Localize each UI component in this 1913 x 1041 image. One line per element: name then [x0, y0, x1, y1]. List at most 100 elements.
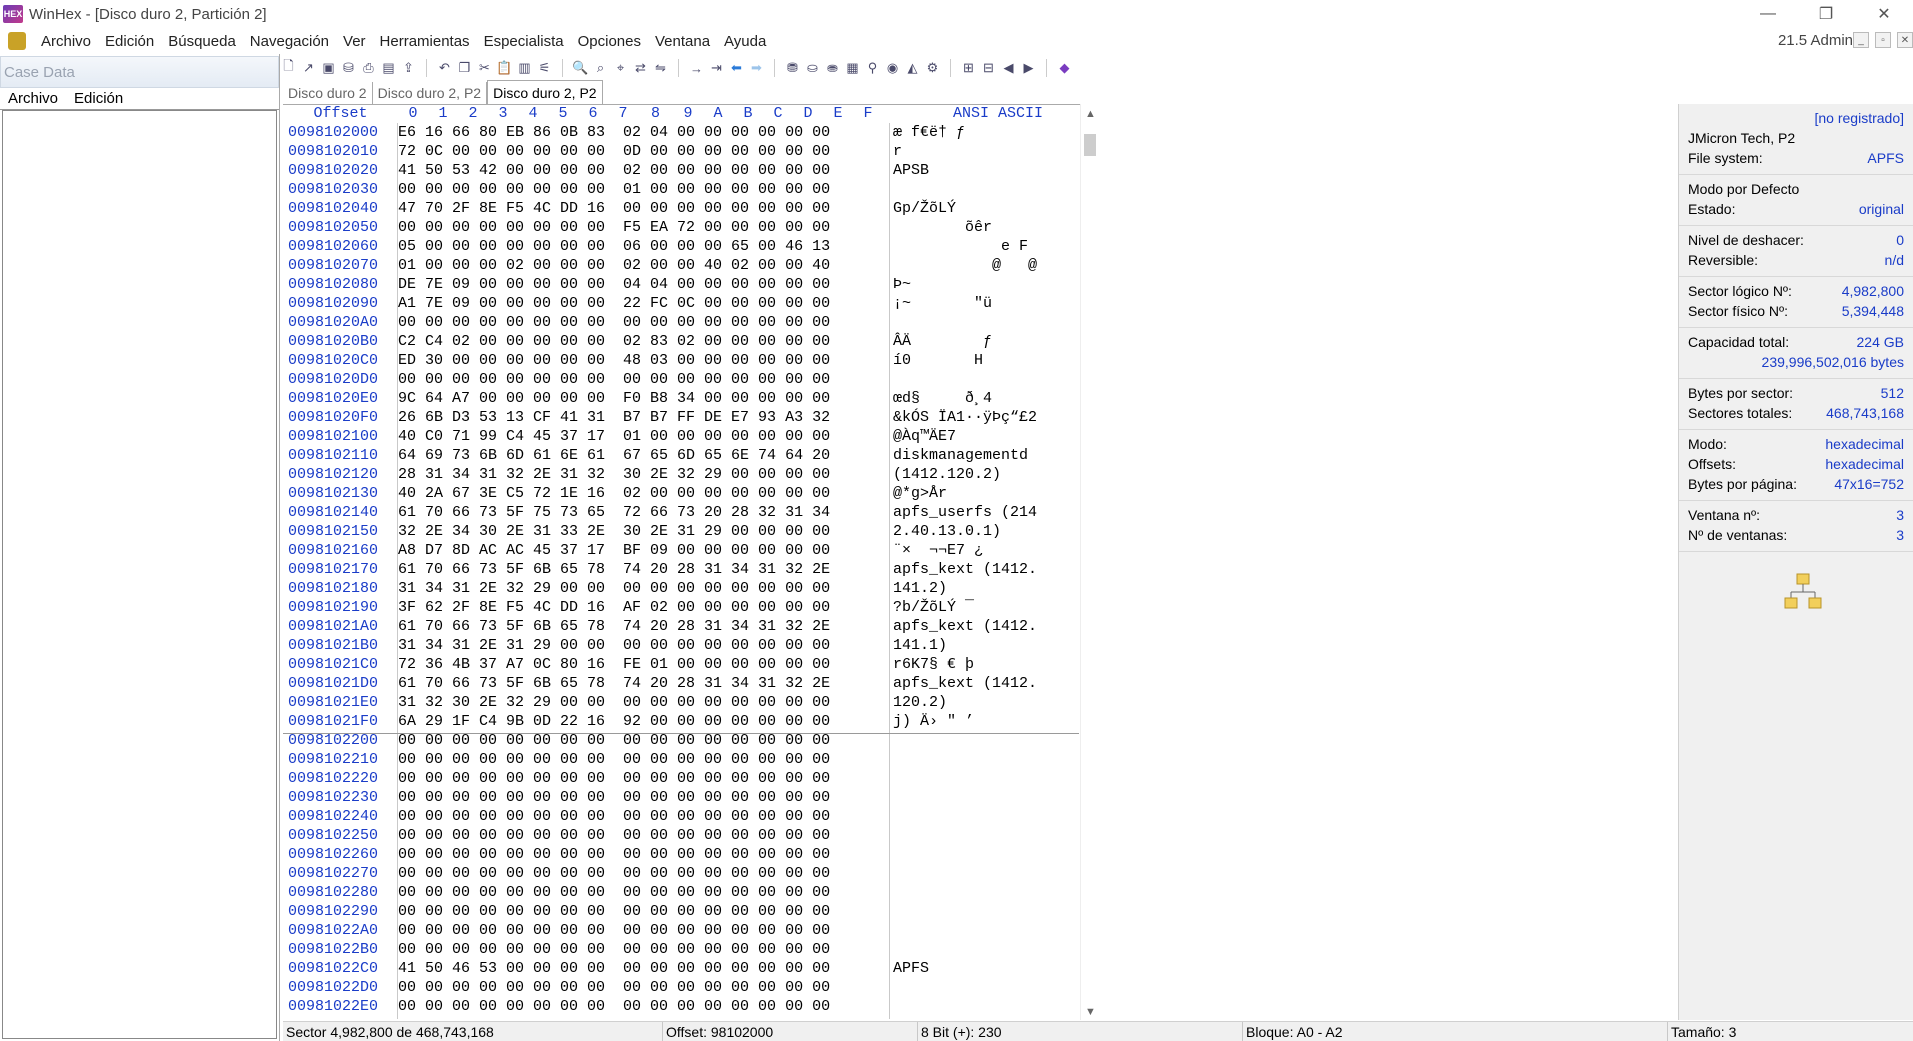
row-ascii-text[interactable]: apfs_kext (1412.: [885, 561, 1075, 578]
paste-special-icon[interactable]: ▥: [516, 60, 533, 77]
clipboard-icon[interactable]: ⚟: [536, 60, 553, 77]
row-hex-bytes[interactable]: 00 00 00 00 00 00 00 00 00 00 00 00 00 0…: [398, 941, 885, 958]
row-offset[interactable]: 00981022B0: [283, 941, 398, 958]
print-icon[interactable]: ⎙: [360, 60, 377, 77]
goto-sector-icon[interactable]: ⇥: [708, 60, 725, 77]
row-hex-bytes[interactable]: 00 00 00 00 00 00 00 00 00 00 00 00 00 0…: [398, 808, 885, 825]
zoom-icon[interactable]: ⚲: [864, 60, 881, 77]
row-offset[interactable]: 0098102270: [283, 865, 398, 882]
row-offset[interactable]: 00981020A0: [283, 314, 398, 331]
row-ascii-text[interactable]: æ f€ë† ƒ: [885, 124, 1075, 141]
row-offset[interactable]: 00981022D0: [283, 979, 398, 996]
menu-edicion[interactable]: Edición: [98, 33, 161, 50]
case-data-tree[interactable]: [2, 110, 277, 1039]
case-menu-archivo[interactable]: Archivo: [0, 90, 66, 107]
mdi-close-button[interactable]: ✕: [1897, 32, 1913, 48]
row-hex-bytes[interactable]: 01 00 00 00 02 00 00 00 02 00 00 40 02 0…: [398, 257, 885, 274]
menu-ayuda[interactable]: Ayuda: [717, 33, 773, 50]
row-hex-bytes[interactable]: 3F 62 2F 8E F5 4C DD 16 AF 02 00 00 00 0…: [398, 599, 885, 616]
row-ascii-text[interactable]: APFS: [885, 960, 1075, 977]
row-offset[interactable]: 0098102150: [283, 523, 398, 540]
row-ascii-text[interactable]: APSB: [885, 162, 1075, 179]
row-offset[interactable]: 00981020C0: [283, 352, 398, 369]
row-hex-bytes[interactable]: 00 00 00 00 00 00 00 00 00 00 00 00 00 0…: [398, 314, 885, 331]
row-ascii-text[interactable]: &kÓS ÏA1··ÿÞç“£2: [885, 409, 1075, 426]
row-hex-bytes[interactable]: E6 16 66 80 EB 86 0B 83 02 04 00 00 00 0…: [398, 124, 885, 141]
row-hex-bytes[interactable]: 61 70 66 73 5F 75 73 65 72 66 73 20 28 3…: [398, 504, 885, 521]
row-offset[interactable]: 0098102100: [283, 428, 398, 445]
row-offset[interactable]: 0098102250: [283, 827, 398, 844]
row-offset[interactable]: 0098102130: [283, 485, 398, 502]
row-offset[interactable]: 0098102000: [283, 124, 398, 141]
row-offset[interactable]: 00981021E0: [283, 694, 398, 711]
menu-navegacion[interactable]: Navegación: [243, 33, 336, 50]
menu-busqueda[interactable]: Búsqueda: [161, 33, 243, 50]
row-ascii-text[interactable]: e F: [885, 238, 1075, 255]
next-window-icon[interactable]: ▶: [1020, 60, 1037, 77]
case-menu-edicion[interactable]: Edición: [66, 90, 131, 107]
row-ascii-text[interactable]: @Àq™ÄE7: [885, 428, 1075, 445]
row-hex-bytes[interactable]: 00 00 00 00 00 00 00 00 01 00 00 00 00 0…: [398, 181, 885, 198]
row-offset[interactable]: 0098102090: [283, 295, 398, 312]
row-offset[interactable]: 0098102070: [283, 257, 398, 274]
analysis-icon[interactable]: ◉: [884, 60, 901, 77]
open-file-icon[interactable]: ↗: [300, 60, 317, 77]
row-ascii-text[interactable]: Þ~: [885, 276, 1075, 293]
save-icon[interactable]: ▣: [320, 60, 337, 77]
row-offset[interactable]: 0098102060: [283, 238, 398, 255]
menu-opciones[interactable]: Opciones: [571, 33, 648, 50]
row-offset[interactable]: 0098102030: [283, 181, 398, 198]
row-hex-bytes[interactable]: 9C 64 A7 00 00 00 00 00 F0 B8 34 00 00 0…: [398, 390, 885, 407]
goto-offset-icon[interactable]: →: [688, 60, 705, 77]
row-hex-bytes[interactable]: 72 36 4B 37 A7 0C 80 16 FE 01 00 00 00 0…: [398, 656, 885, 673]
row-hex-bytes[interactable]: 00 00 00 00 00 00 00 00 00 00 00 00 00 0…: [398, 922, 885, 939]
row-offset[interactable]: 0098102240: [283, 808, 398, 825]
help-book-icon[interactable]: ◆: [1056, 60, 1073, 77]
ram-editor-icon[interactable]: ⛀: [804, 60, 821, 77]
row-hex-bytes[interactable]: A1 7E 09 00 00 00 00 00 22 FC 0C 00 00 0…: [398, 295, 885, 312]
row-offset[interactable]: 0098102260: [283, 846, 398, 863]
row-offset[interactable]: 0098102010: [283, 143, 398, 160]
row-ascii-text[interactable]: diskmanagementd: [885, 447, 1075, 464]
mdi-minimize-button[interactable]: _: [1853, 32, 1869, 48]
row-hex-bytes[interactable]: 00 00 00 00 00 00 00 00 00 00 00 00 00 0…: [398, 770, 885, 787]
row-ascii-text[interactable]: ÂÄ ƒ: [885, 333, 1075, 350]
row-ascii-text[interactable]: õêr: [885, 219, 1075, 236]
row-offset[interactable]: 0098102180: [283, 580, 398, 597]
row-hex-bytes[interactable]: 00 00 00 00 00 00 00 00 00 00 00 00 00 0…: [398, 998, 885, 1015]
row-offset[interactable]: 0098102080: [283, 276, 398, 293]
open-disk-icon[interactable]: ⛁: [340, 60, 357, 77]
previous-window-icon[interactable]: ◀: [1000, 60, 1017, 77]
row-hex-bytes[interactable]: 05 00 00 00 00 00 00 00 06 00 00 00 65 0…: [398, 238, 885, 255]
row-offset[interactable]: 0098102020: [283, 162, 398, 179]
wipe-icon[interactable]: ◭: [904, 60, 921, 77]
replace-hex-icon[interactable]: ⇋: [652, 60, 669, 77]
tab-disco-duro-2-p2-first[interactable]: Disco duro 2, P2: [373, 82, 488, 104]
row-hex-bytes[interactable]: 28 31 34 31 32 2E 31 32 30 2E 32 29 00 0…: [398, 466, 885, 483]
minimize-button[interactable]: —: [1739, 0, 1797, 28]
row-offset[interactable]: 0098102210: [283, 751, 398, 768]
row-offset[interactable]: 00981020E0: [283, 390, 398, 407]
row-ascii-text[interactable]: r: [885, 143, 1075, 160]
replace-text-icon[interactable]: ⇄: [632, 60, 649, 77]
new-file-icon[interactable]: 🗋: [280, 58, 297, 77]
menu-especialista[interactable]: Especialista: [477, 33, 571, 50]
tab-disco-duro-2[interactable]: Disco duro 2: [283, 82, 373, 104]
row-offset[interactable]: 0098102110: [283, 447, 398, 464]
row-offset[interactable]: 00981020F0: [283, 409, 398, 426]
row-offset[interactable]: 0098102050: [283, 219, 398, 236]
row-hex-bytes[interactable]: 61 70 66 73 5F 6B 65 78 74 20 28 31 34 3…: [398, 618, 885, 635]
export-icon[interactable]: ⇪: [400, 60, 417, 77]
row-hex-bytes[interactable]: 6A 29 1F C4 9B 0D 22 16 92 00 00 00 00 0…: [398, 713, 885, 730]
restore-button[interactable]: ❐: [1797, 0, 1855, 28]
row-hex-bytes[interactable]: 00 00 00 00 00 00 00 00 00 00 00 00 00 0…: [398, 827, 885, 844]
menu-ventana[interactable]: Ventana: [648, 33, 717, 50]
hex-editor[interactable]: Offset 0 1 2 3 4 5 6 7 8 9 A B C D E F ANSI ASCII 00981…: [283, 104, 1080, 1020]
row-ascii-text[interactable]: 141.2): [885, 580, 1075, 597]
row-hex-bytes[interactable]: 00 00 00 00 00 00 00 00 00 00 00 00 00 0…: [398, 903, 885, 920]
back-icon[interactable]: ⬅: [728, 60, 745, 77]
menu-archivo[interactable]: Archivo: [34, 33, 98, 50]
row-ascii-text[interactable]: Gp/ŽõLÝ: [885, 200, 1075, 217]
row-ascii-text[interactable]: apfs_kext (1412.: [885, 618, 1075, 635]
row-offset[interactable]: 0098102280: [283, 884, 398, 901]
